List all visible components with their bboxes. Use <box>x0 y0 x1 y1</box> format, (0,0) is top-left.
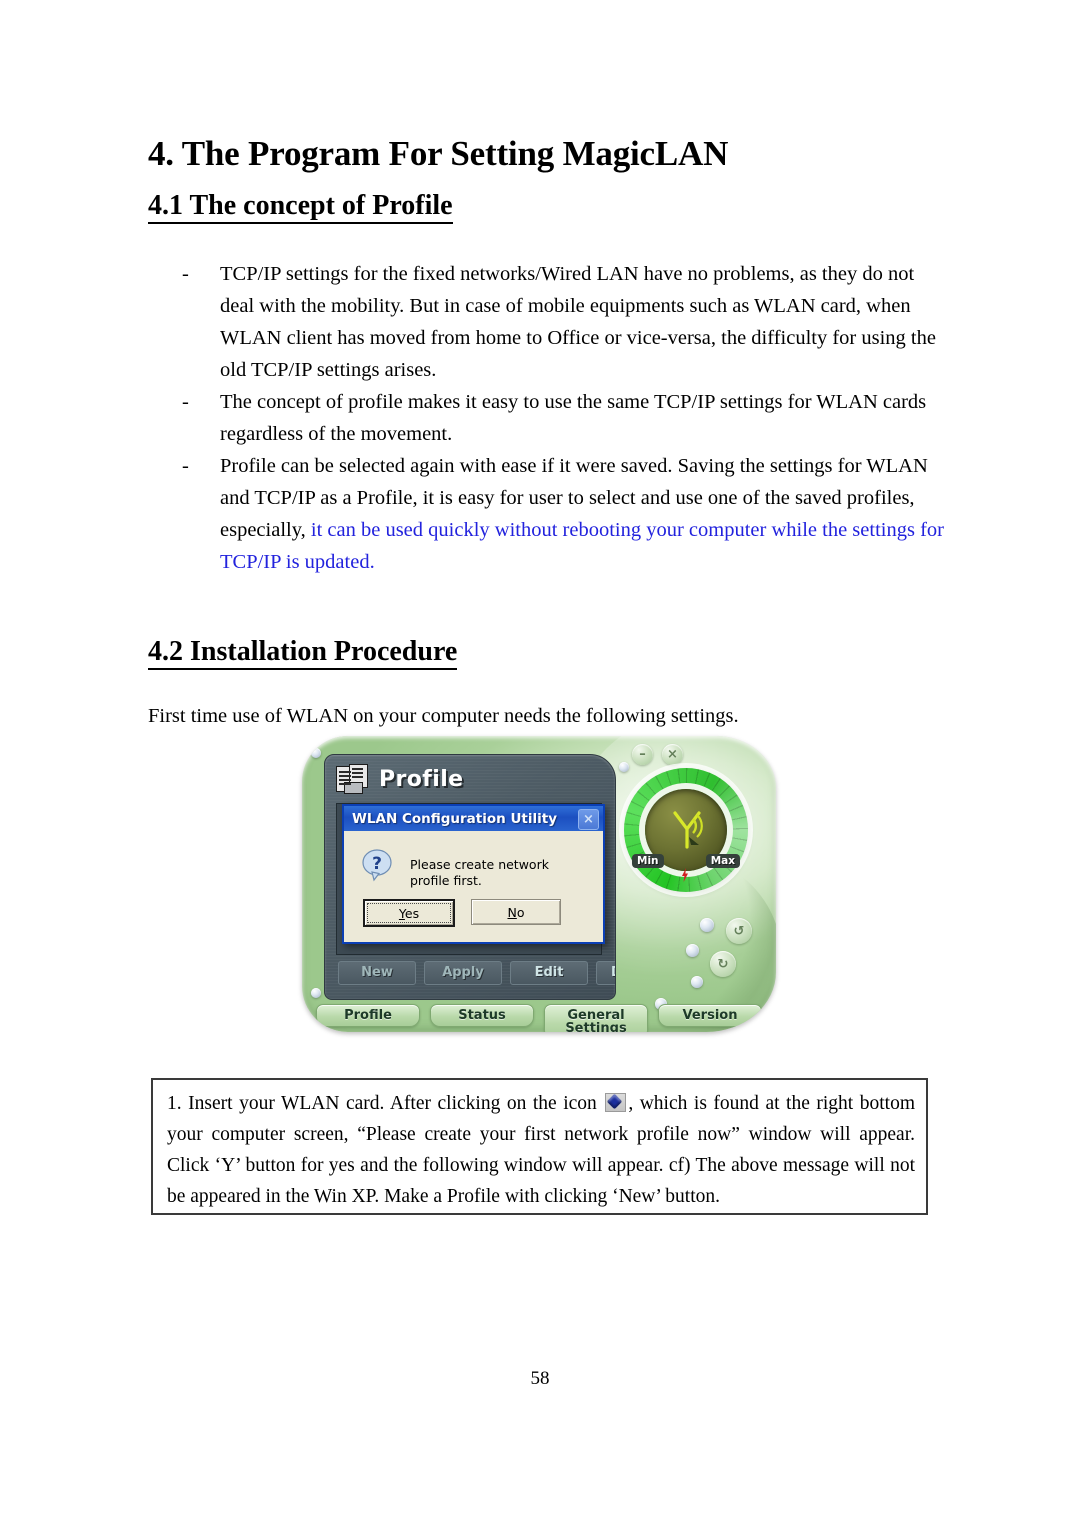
page-number: 58 <box>530 1368 550 1389</box>
refresh-button[interactable]: ↺ <box>726 918 752 944</box>
section-heading-4-1-text: 4.1 The concept of Profile <box>148 190 453 224</box>
list-item: - TCP/IP settings for the fixed networks… <box>176 258 946 386</box>
no-button-accel: N <box>507 904 517 920</box>
dialog-close-icon: × <box>583 812 594 827</box>
bullet-marker: - <box>182 455 189 477</box>
skin-bead <box>700 918 714 932</box>
tray-diamond-icon <box>605 1093 627 1112</box>
lightning-icon <box>682 868 688 882</box>
no-button-label: o <box>516 904 525 920</box>
skin-bead <box>311 748 321 758</box>
signal-strength-dial: Min Max <box>624 768 748 892</box>
focus-outline <box>367 903 451 923</box>
caption-text: 1. Insert your WLAN card. After clicking… <box>167 1088 915 1212</box>
action-button-row: New Apply Edit Delete <box>338 961 615 985</box>
tab-profile[interactable]: Profile <box>316 1004 420 1027</box>
profile-list-icon <box>336 764 370 794</box>
new-button[interactable]: New <box>338 961 416 985</box>
signal-max-label: Max <box>705 854 740 868</box>
apply-button[interactable]: Apply <box>424 961 502 985</box>
no-button[interactable]: No <box>471 899 561 925</box>
yes-button[interactable]: Yes <box>363 899 455 927</box>
signal-min-label: Min <box>632 854 664 868</box>
tab-status-label: Status <box>458 1008 506 1023</box>
minimize-button[interactable]: – <box>632 744 653 765</box>
intro-paragraph: First time use of WLAN on your computer … <box>148 705 739 727</box>
dialog-title-bar: WLAN Configuration Utility × <box>344 806 603 831</box>
tab-general-settings[interactable]: General Settings <box>544 1004 648 1032</box>
skin-bead <box>686 944 699 957</box>
tab-version-label: Version <box>682 1008 738 1023</box>
section-heading-4-2-text: 4.2 Installation Procedure <box>148 636 458 670</box>
figure-wlan-utility: – × ↺ ↻ Min Max Profile New Apply Edit P… <box>296 730 786 1060</box>
section-heading-4-1: 4.1 The concept of Profile <box>148 190 908 224</box>
dialog-button-row: Yes No <box>363 899 561 927</box>
list-item-text: The concept of profile makes it easy to … <box>220 391 927 445</box>
list-item-text: TCP/IP settings for the fixed networks/W… <box>220 263 936 381</box>
close-button[interactable]: × <box>662 744 683 765</box>
svg-text:?: ? <box>372 854 382 874</box>
dialog-close-button[interactable]: × <box>578 809 599 830</box>
help-icon: ↻ <box>717 956 729 972</box>
caption-text-part1: 1. Insert your WLAN card. After clicking… <box>167 1093 604 1114</box>
help-button[interactable]: ↻ <box>710 951 736 977</box>
section-heading-4-2: 4.2 Installation Procedure <box>148 636 908 670</box>
signal-scale-labels: Min Max <box>632 854 740 868</box>
skin-bead <box>691 976 703 988</box>
tab-profile-label: Profile <box>344 1008 392 1023</box>
skin-bead <box>311 988 321 998</box>
antenna-icon <box>673 811 703 849</box>
wlan-configuration-dialog: WLAN Configuration Utility × ? Please cr… <box>342 804 605 944</box>
dialog-title: WLAN Configuration Utility <box>352 810 557 827</box>
close-icon: × <box>667 747 678 762</box>
dialog-message: Please create network profile first. <box>410 857 549 888</box>
tab-bar: Profile Status General Settings Version <box>316 1004 762 1032</box>
bullet-list: - TCP/IP settings for the fixed networks… <box>176 258 946 578</box>
list-item: - The concept of profile makes it easy t… <box>176 386 946 450</box>
list-item-text-highlighted: it can be used quickly without rebooting… <box>220 519 944 573</box>
bullet-marker: - <box>182 263 189 285</box>
dialog-body: ? Please create network profile first. Y… <box>344 831 603 940</box>
app-skin: – × ↺ ↻ Min Max Profile New Apply Edit P… <box>302 736 776 1032</box>
window-controls: – × <box>632 744 683 765</box>
panel-title: Profile <box>379 767 464 792</box>
tab-general-settings-label-line2: Settings <box>565 1021 627 1032</box>
tab-status[interactable]: Status <box>430 1004 534 1027</box>
refresh-icon: ↺ <box>733 923 745 939</box>
bullet-marker: - <box>182 391 189 413</box>
question-icon: ? <box>362 849 392 882</box>
document-page: 4. The Program For Setting MagicLAN 4.1 … <box>0 0 1080 1528</box>
tab-version[interactable]: Version <box>658 1004 762 1027</box>
delete-button[interactable]: Delete <box>596 961 615 985</box>
edit-button[interactable]: Edit <box>510 961 588 985</box>
minimize-icon: – <box>639 747 646 762</box>
list-item: - Profile can be selected again with eas… <box>176 450 946 578</box>
page-title: 4. The Program For Setting MagicLAN <box>148 134 729 174</box>
caption-box: 1. Insert your WLAN card. After clicking… <box>151 1078 928 1215</box>
